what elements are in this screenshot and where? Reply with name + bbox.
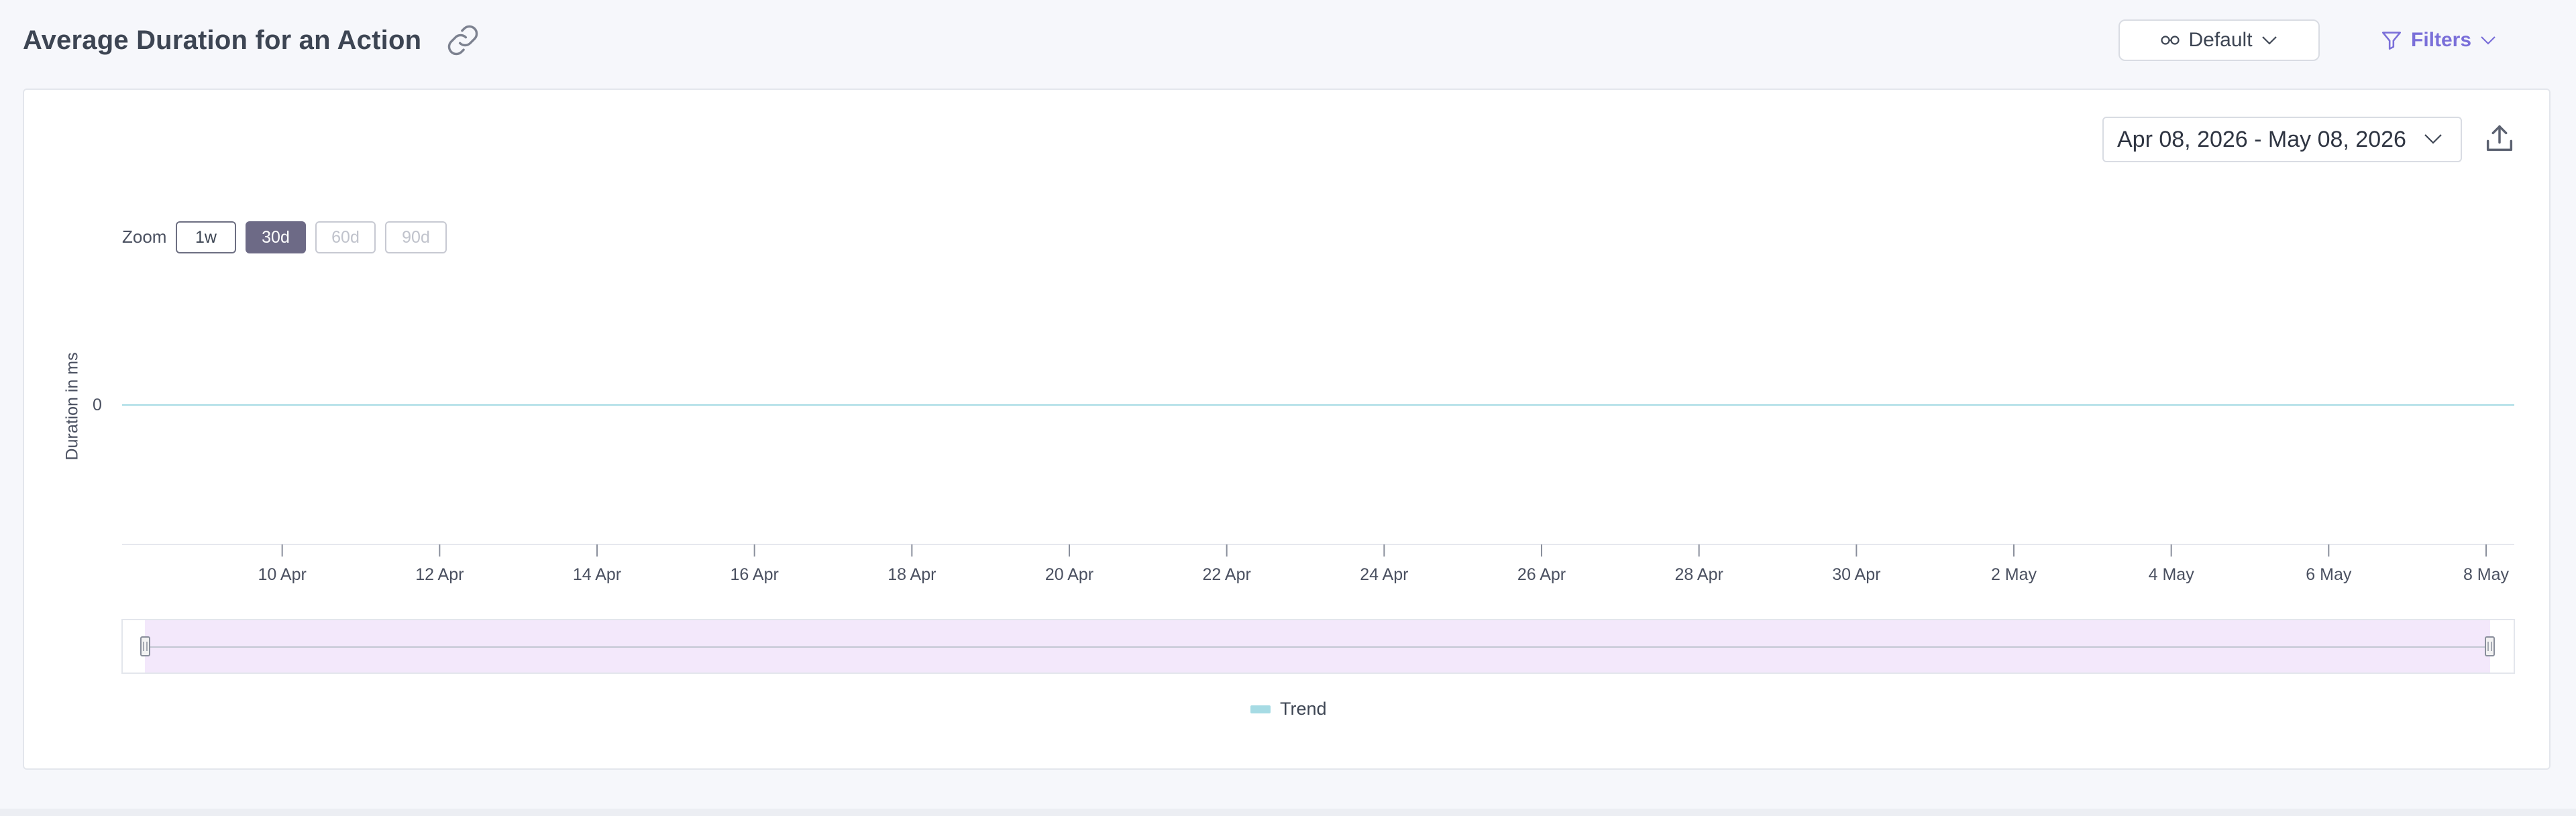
navigator-handle-left[interactable] xyxy=(140,636,150,656)
x-tick-label: 22 Apr xyxy=(1203,565,1251,584)
x-axis-ticks: 10 Apr 12 Apr 14 Apr 16 Apr 18 Apr 20 Apr 22 A… xyxy=(258,544,2510,584)
legend-swatch xyxy=(1250,705,1271,713)
x-tick-label: 4 May xyxy=(2149,565,2195,584)
x-tick-label: 28 Apr xyxy=(1675,565,1723,584)
x-tick-label: 6 May xyxy=(2306,565,2352,584)
x-tick-label: 26 Apr xyxy=(1517,565,1566,584)
x-tick-label: 12 Apr xyxy=(415,565,464,584)
navigator-handle-right[interactable] xyxy=(2485,636,2495,656)
next-card-edge xyxy=(0,809,2576,816)
chart-plot: 10 Apr 12 Apr 14 Apr 16 Apr 18 Apr 20 Apr 22 A… xyxy=(121,404,2515,674)
legend[interactable]: Trend xyxy=(1250,699,1327,719)
x-tick-label: 2 May xyxy=(1991,565,2037,584)
x-tick-label: 20 Apr xyxy=(1045,565,1093,584)
legend-label: Trend xyxy=(1280,699,1327,719)
x-tick-label: 18 Apr xyxy=(888,565,936,584)
x-tick-label: 30 Apr xyxy=(1832,565,1880,584)
x-tick-label: 14 Apr xyxy=(573,565,621,584)
x-tick-label: 24 Apr xyxy=(1360,565,1408,584)
x-tick-label: 8 May xyxy=(2463,565,2510,584)
x-tick-label: 16 Apr xyxy=(731,565,779,584)
x-tick-label: 10 Apr xyxy=(258,565,307,584)
